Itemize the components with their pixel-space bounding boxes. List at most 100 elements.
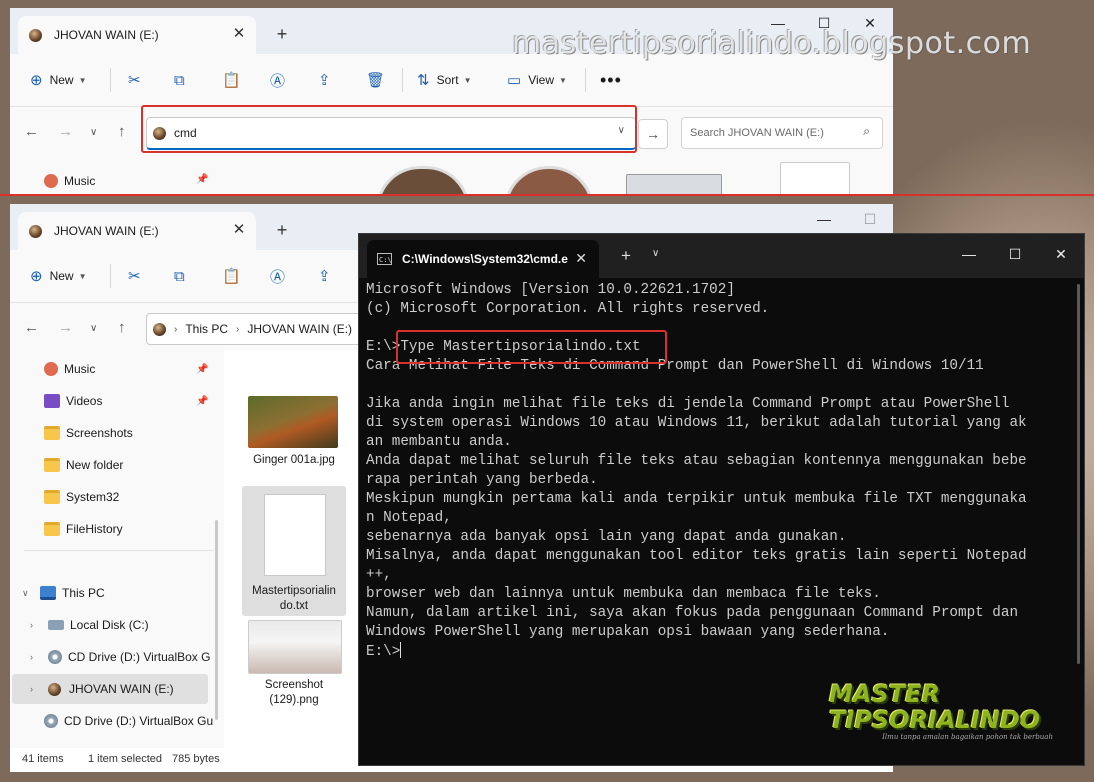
terminal-line: Cara Melihat File Teks di Command Prompt… (366, 358, 984, 374)
terminal-line: Misalnya, anda dapat menggunakan tool ed… (366, 548, 1027, 564)
address-input[interactable]: cmd ∨ (146, 117, 636, 150)
breadcrumb-drive[interactable]: JHOVAN WAIN (E:) (247, 322, 352, 336)
tab-jhovan-wain[interactable]: JHOVAN WAIN (E:) ✕ (18, 212, 256, 250)
rename-button[interactable]: Ⓐ (270, 264, 292, 288)
new-tab-button[interactable]: + (621, 246, 631, 266)
sidebar-item-local-disk[interactable]: › Local Disk (C:) (30, 618, 149, 632)
breadcrumb-separator-icon: › (236, 323, 240, 335)
sidebar-item-music[interactable]: Music (44, 362, 95, 376)
cut-button[interactable]: ✂ (128, 264, 148, 288)
terminal-line: (c) Microsoft Corporation. All rights re… (366, 301, 770, 317)
chevron-down-icon[interactable]: ∨ (618, 125, 625, 136)
divider (24, 550, 214, 551)
terminal-scrollbar[interactable] (1077, 284, 1080, 664)
tab-title: JHOVAN WAIN (E:) (54, 28, 159, 42)
copy-button[interactable]: ⧉ (174, 264, 192, 288)
paste-button[interactable]: 📋 (222, 68, 248, 92)
new-label: New (49, 73, 74, 87)
sort-button[interactable]: ⇅ Sort ▼ (417, 68, 472, 92)
terminal-output[interactable]: Microsoft Windows [Version 10.0.22621.17… (366, 281, 1064, 661)
view-button[interactable]: ▭ View ▼ (507, 68, 567, 92)
file-name[interactable]: Screenshot (129).png (236, 678, 352, 708)
up-arrow-icon[interactable]: ↑ (118, 319, 126, 336)
paste-button[interactable]: 📋 (222, 264, 248, 288)
breadcrumb-this-pc[interactable]: This PC (185, 322, 228, 336)
pin-icon[interactable]: 📌 (196, 174, 208, 185)
sidebar-item-screenshots[interactable]: Screenshots (44, 426, 133, 440)
tab-jhovan-wain[interactable]: JHOVAN WAIN (E:) ✕ (18, 16, 256, 54)
new-tab-button[interactable]: + (268, 22, 296, 46)
file-name-line: do.txt (279, 600, 309, 612)
new-button[interactable]: ⊕ New ▼ (30, 264, 87, 288)
file-thumbnail[interactable] (780, 162, 850, 194)
minimize-button[interactable]: — (946, 234, 992, 274)
forward-arrow-icon[interactable]: → (58, 123, 73, 140)
cmd-tab[interactable]: C:\ C:\Windows\System32\cmd.e ✕ (367, 240, 599, 278)
chevron-right-icon[interactable]: › (30, 620, 38, 630)
sidebar-item-cd-drive[interactable]: › CD Drive (D:) VirtualBox G (30, 650, 210, 664)
up-arrow-icon[interactable]: ↑ (118, 123, 126, 140)
close-tab-icon[interactable]: ✕ (575, 250, 587, 267)
terminal-line: rapa perintah yang berbeda. (366, 472, 598, 488)
image-thumbnail[interactable] (376, 166, 470, 194)
image-thumbnail[interactable] (248, 396, 338, 448)
back-arrow-icon[interactable]: ← (24, 319, 39, 336)
delete-button[interactable]: 🗑 (366, 68, 392, 92)
cmd-window: C:\ C:\Windows\System32\cmd.e ✕ + ∨ — ☐ … (358, 233, 1085, 766)
sidebar-item-new-folder[interactable]: New folder (44, 458, 123, 472)
maximize-button[interactable]: ☐ (992, 234, 1038, 274)
search-icon: ⌕ (863, 124, 870, 138)
go-arrow-button[interactable]: → (638, 119, 668, 149)
sidebar-item-jhovan-wain[interactable]: › JHOVAN WAIN (E:) (30, 682, 174, 696)
copy-button[interactable]: ⧉ (174, 68, 192, 92)
pin-icon[interactable]: 📌 (196, 364, 208, 375)
search-placeholder: Search JHOVAN WAIN (E:) (690, 127, 824, 139)
drive-icon (29, 224, 42, 238)
new-button[interactable]: ⊕ New ▼ (30, 68, 87, 92)
chevron-down-icon[interactable]: ∨ (22, 588, 30, 599)
sidebar-item-filehistory[interactable]: FileHistory (44, 522, 123, 536)
chevron-down-icon[interactable]: ∨ (652, 248, 659, 259)
sidebar-scrollbar[interactable] (215, 520, 218, 720)
sidebar-item-system32[interactable]: System32 (44, 490, 119, 504)
close-tab-icon[interactable]: ✕ (230, 221, 248, 239)
chevron-right-icon[interactable]: › (30, 652, 38, 662)
trash-icon: 🗑 (366, 72, 386, 89)
sidebar-item-this-pc[interactable]: ∨ This PC (22, 586, 105, 600)
close-window-button[interactable]: ✕ (1038, 234, 1084, 274)
more-options-icon[interactable]: ••• (600, 68, 622, 92)
image-thumbnail[interactable] (248, 620, 342, 674)
sidebar-item-music[interactable]: Music (44, 174, 95, 188)
rename-button[interactable]: Ⓐ (270, 68, 292, 92)
cut-button[interactable]: ✂ (128, 68, 148, 92)
recent-chevron-icon[interactable]: ∨ (90, 127, 97, 138)
chevron-down-icon: ▼ (78, 271, 87, 281)
forward-arrow-icon[interactable]: → (58, 319, 73, 336)
maximize-button[interactable]: ☐ (847, 204, 893, 234)
share-button[interactable]: ⇪ (318, 264, 338, 288)
share-button[interactable]: ⇪ (318, 68, 338, 92)
sidebar-item-videos[interactable]: Videos (44, 394, 102, 408)
logo: MASTER TIPSORIALINDO Ilmu tanpa amalan b… (829, 681, 1059, 751)
file-name[interactable]: Ginger 001a.jpg (236, 453, 352, 468)
command-bar: ⊕ New ▼ ✂ ⧉ 📋 Ⓐ ⇪ 🗑 ⇅ Sort ▼ ▭ View ▼ ••• (10, 54, 893, 107)
back-arrow-icon[interactable]: ← (24, 123, 39, 140)
image-thumbnail[interactable] (626, 174, 722, 194)
terminal-icon: C:\ (377, 253, 392, 265)
text-cursor (400, 642, 402, 658)
recent-chevron-icon[interactable]: ∨ (90, 323, 97, 334)
image-thumbnail[interactable] (504, 166, 594, 194)
search-input[interactable]: Search JHOVAN WAIN (E:) ⌕ (681, 117, 883, 149)
close-tab-icon[interactable]: ✕ (230, 25, 248, 43)
terminal-line: sebenarnya ada banyak opsi lain yang dap… (366, 529, 847, 545)
pin-icon[interactable]: 📌 (196, 396, 208, 407)
chevron-right-icon[interactable]: › (30, 684, 38, 694)
minimize-button[interactable]: — (801, 204, 847, 234)
file-name[interactable]: Mastertipsorialin do.txt (242, 584, 346, 614)
new-tab-button[interactable]: + (268, 218, 296, 242)
sidebar-item-label: FileHistory (66, 522, 123, 536)
sidebar-item-label: JHOVAN WAIN (E:) (69, 682, 174, 696)
folder-icon (44, 490, 60, 504)
clipboard-icon: 📋 (222, 72, 241, 89)
sidebar-item-cd-drive-2[interactable]: CD Drive (D:) VirtualBox Gu (44, 714, 213, 728)
